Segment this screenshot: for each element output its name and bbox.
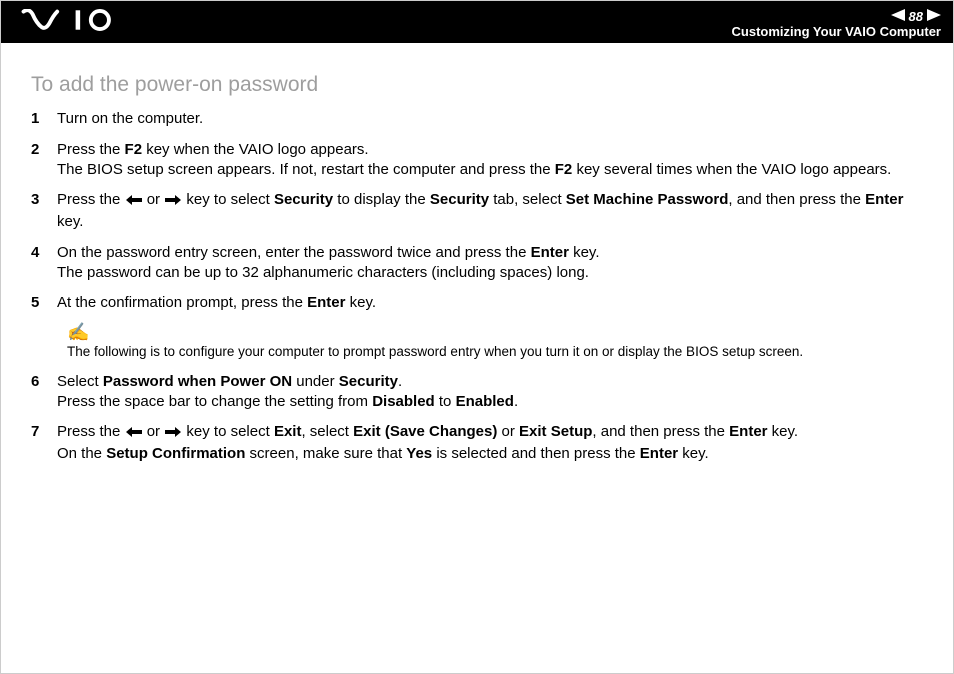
step-text: Press the or key to select Exit, select … [57,422,925,465]
note-icon: ✍ [67,323,925,341]
step-text: At the confirmation prompt, press the En… [57,293,925,313]
step-number: 5 [31,293,57,313]
note-text: The following is to configure your compu… [67,344,803,359]
step-item: 1Turn on the computer. [31,109,925,129]
page-number: 88 [909,10,923,24]
step-number: 4 [31,243,57,284]
step-item: 6Select Password when Power ON under Sec… [31,372,925,413]
left-arrow-icon [126,192,142,212]
section-title: Customizing Your VAIO Computer [732,25,941,39]
note-block: ✍ The following is to configure your com… [67,323,925,361]
vaio-logo-icon [19,1,129,39]
page-nav: 88 [891,9,941,24]
step-number: 3 [31,190,57,233]
step-number: 6 [31,372,57,413]
step-number: 2 [31,140,57,181]
step-item: 3Press the or key to select Security to … [31,190,925,233]
steps-list: 1Turn on the computer.2Press the F2 key … [31,109,925,313]
page-heading: To add the power-on password [31,71,925,99]
step-text: Press the F2 key when the VAIO logo appe… [57,140,925,181]
document-page: 88 Customizing Your VAIO Computer To add… [0,0,954,674]
step-item: 2Press the F2 key when the VAIO logo app… [31,140,925,181]
step-text: Press the or key to select Security to d… [57,190,925,233]
steps-list-continued: 6Select Password when Power ON under Sec… [31,372,925,465]
right-arrow-icon [165,192,181,212]
next-page-icon[interactable] [927,9,941,24]
step-number: 7 [31,422,57,465]
left-arrow-icon [126,424,142,444]
step-text: Select Password when Power ON under Secu… [57,372,925,413]
step-text: On the password entry screen, enter the … [57,243,925,284]
step-item: 7Press the or key to select Exit, select… [31,422,925,465]
content-area: To add the power-on password 1Turn on th… [1,43,953,465]
right-arrow-icon [165,424,181,444]
step-item: 5At the confirmation prompt, press the E… [31,293,925,313]
step-text: Turn on the computer. [57,109,925,129]
header-right: 88 Customizing Your VAIO Computer [732,9,941,39]
step-number: 1 [31,109,57,129]
step-item: 4On the password entry screen, enter the… [31,243,925,284]
prev-page-icon[interactable] [891,9,905,24]
header-bar: 88 Customizing Your VAIO Computer [1,1,953,43]
